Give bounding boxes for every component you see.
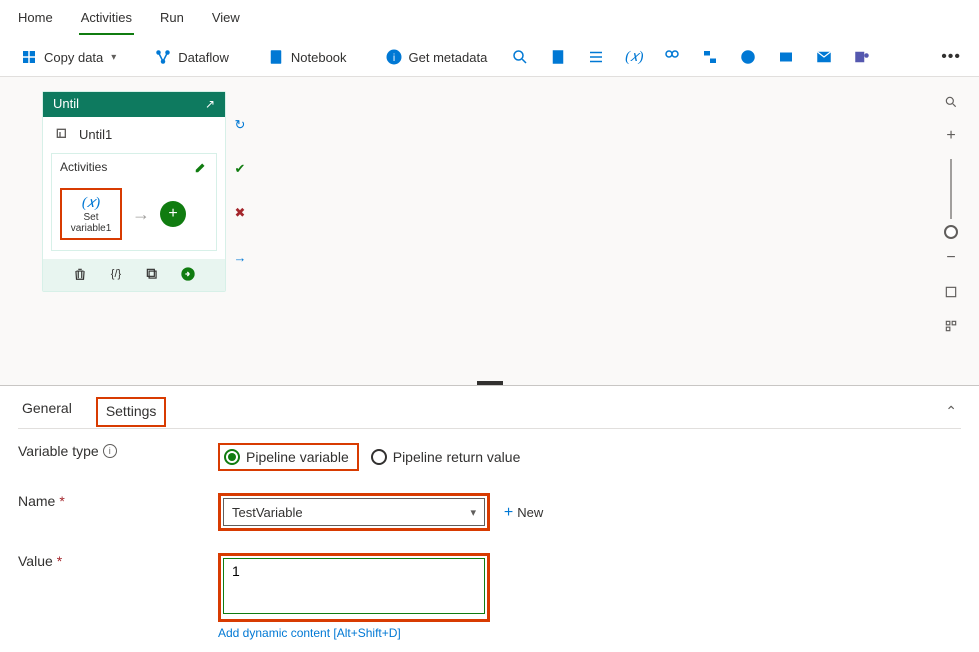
script-icon[interactable] [549,48,567,66]
value-label: Value * [18,553,218,569]
plus-icon: + [504,504,513,522]
new-variable-button[interactable]: + New [504,504,543,522]
chevron-down-icon: ▾ [470,506,476,519]
fit-screen-icon[interactable] [936,277,966,307]
copy-data-button[interactable]: Copy data ▾ [12,44,124,70]
info-icon: i [385,48,403,66]
notebook-label: Notebook [291,50,347,65]
variable-icon[interactable]: (𝑥) [625,48,643,66]
radio-pipeline-label: Pipeline variable [246,449,349,465]
loop-icon [53,125,71,143]
port-loop[interactable]: ↻ [232,117,248,133]
teams-icon[interactable] [853,48,871,66]
port-success[interactable]: ✔ [232,161,248,177]
tab-run[interactable]: Run [158,6,186,35]
funnel-icon[interactable] [663,48,681,66]
node-title: Until [53,96,79,111]
port-fail[interactable]: ✖ [232,205,248,221]
name-label-text: Name [18,493,55,509]
tab-home[interactable]: Home [16,6,55,35]
zoom-slider[interactable] [950,159,952,219]
code-icon[interactable]: {/} [107,265,125,283]
new-label: New [517,505,543,520]
get-metadata-button[interactable]: i Get metadata [377,44,496,70]
add-dynamic-content-link[interactable]: Add dynamic content [Alt+Shift+D] [218,626,738,640]
search-icon[interactable] [511,48,529,66]
dataflow-button[interactable]: Dataflow [146,44,237,70]
panel-resize-handle[interactable] [477,381,503,385]
port-skip[interactable]: → [232,249,248,265]
radio-pipeline-variable[interactable]: Pipeline variable [218,443,359,471]
canvas-search-icon[interactable] [936,87,966,117]
dataflow-icon [154,48,172,66]
node-header[interactable]: Until ↗ [43,92,225,117]
canvas-controls: + − [933,87,969,341]
variable-type-text: Variable type [18,443,99,459]
get-metadata-label: Get metadata [409,50,488,65]
zoom-out-icon[interactable]: − [936,243,966,273]
panel-tab-settings[interactable]: Settings [96,397,167,427]
more-icon[interactable]: ••• [935,48,967,66]
activities-title: Activities [60,160,208,174]
notebook-button[interactable]: Notebook [259,44,355,70]
value-input[interactable] [223,558,485,614]
delete-icon[interactable] [71,265,89,283]
name-select-value: TestVariable [232,505,303,520]
zoom-slider-knob[interactable] [944,225,958,239]
tab-view[interactable]: View [210,6,242,35]
set-label-1: Set [68,212,114,223]
radio-return-label: Pipeline return value [393,449,521,465]
name-select[interactable]: TestVariable ▾ [223,498,485,526]
edit-pencil-icon[interactable] [194,160,210,176]
info-tooltip-icon[interactable]: i [103,444,117,458]
list-icon[interactable] [587,48,605,66]
stack-icon[interactable] [701,48,719,66]
activities-box: Activities (𝑥) Set variable1 → + [51,153,217,251]
tab-activities[interactable]: Activities [79,6,134,35]
dataflow-label: Dataflow [178,50,229,65]
node-footer: {/} [43,259,225,291]
expand-icon[interactable]: ↗ [205,97,215,111]
canvas[interactable]: Until ↗ Until1 Activities (𝑥) Set variab… [0,77,979,385]
name-label: Name * [18,493,218,509]
zoom-in-icon[interactable]: + [936,121,966,151]
mail-icon[interactable] [815,48,833,66]
copy-data-icon [20,48,38,66]
value-label-text: Value [18,553,53,569]
settings-panel: General Settings ⌃ Variable type i Pipel… [0,385,979,652]
function-icon[interactable] [777,48,795,66]
globe-icon[interactable] [739,48,757,66]
node-status-ports: ↻ ✔ ✖ → [232,117,248,265]
until-node[interactable]: Until ↗ Until1 Activities (𝑥) Set variab… [42,91,226,292]
svg-text:i: i [392,52,394,64]
clone-icon[interactable] [143,265,161,283]
set-variable-activity[interactable]: (𝑥) Set variable1 [60,188,122,240]
variable-type-label: Variable type i [18,443,218,459]
radio-return-value[interactable]: Pipeline return value [371,449,521,465]
arrow-right-icon: → [132,204,150,225]
node-subtitle: Until1 [79,127,112,142]
set-label-2: variable1 [68,223,114,234]
node-subtitle-row: Until1 [43,117,225,153]
toolbar: Copy data ▾ Dataflow Notebook i Get meta… [0,38,979,77]
notebook-icon [267,48,285,66]
chevron-down-icon: ▾ [111,52,116,63]
collapse-panel-icon[interactable]: ⌃ [941,397,961,426]
add-activity-button[interactable]: + [160,201,186,227]
fx-icon: (𝑥) [68,194,114,212]
copy-data-label: Copy data [44,50,103,65]
layout-icon[interactable] [936,311,966,341]
run-icon[interactable] [179,265,197,283]
panel-tab-general[interactable]: General [18,394,76,428]
